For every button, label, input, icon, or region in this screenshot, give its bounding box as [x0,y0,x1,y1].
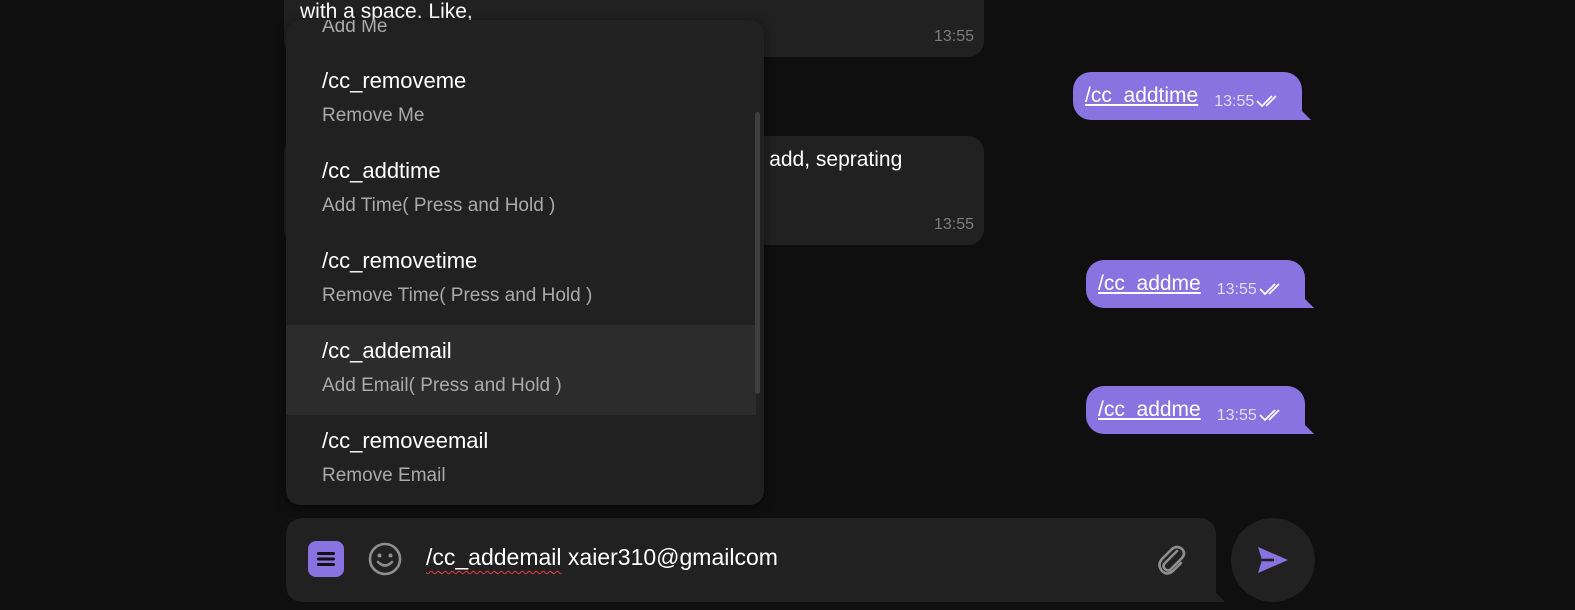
message-composer: /cc_addemail xaier310@gmailcom [286,518,1225,602]
outgoing-message-1: /cc_addtime 13:55 [1073,72,1312,120]
command-suggestion-menu: Add Me /cc_removeme Remove Me /cc_addtim… [286,20,764,505]
menu-item-addtime[interactable]: /cc_addtime Add Time( Press and Hold ) [286,145,756,235]
input-command-text: /cc_addemail [426,544,562,570]
menu-item-description: Remove Email [322,465,446,486]
menu-item-description: Add Me [322,20,388,37]
menu-icon [315,550,337,568]
outgoing-message-3: /cc_addme 13:55 [1086,386,1314,434]
chat-window: with a space. Like, 13:55 na add, seprat… [0,0,1575,610]
menu-item-addme[interactable]: Add Me [286,20,756,52]
double-check-icon [1259,408,1285,422]
command-link[interactable]: /cc_addme [1098,398,1201,422]
double-check-icon [1256,94,1282,108]
emoji-button[interactable] [366,540,404,578]
command-link[interactable]: /cc_addtime [1085,84,1198,108]
menu-item-description: Add Email( Press and Hold ) [322,375,562,396]
menu-item-description: Add Time( Press and Hold ) [322,195,556,216]
send-button[interactable] [1231,518,1315,602]
menu-item-command: /cc_removeemail [322,428,489,453]
menu-item-removeemail[interactable]: /cc_removeemail Remove Email [286,415,756,505]
message-time: 13:55 [933,216,974,233]
menu-item-command: /cc_addemail [322,338,452,363]
menu-item-command: /cc_removeme [322,68,467,93]
command-link[interactable]: /cc_addme [1098,272,1201,296]
menu-item-description: Remove Time( Press and Hold ) [322,285,593,306]
paperclip-icon [1155,543,1187,577]
message-time: 13:55 [1216,407,1257,424]
attach-button[interactable] [1152,540,1190,580]
menu-item-addemail[interactable]: /cc_addemail Add Email( Press and Hold ) [286,325,756,415]
menu-item-description: Remove Me [322,105,425,126]
send-icon [1255,544,1291,576]
incoming-message-text: na add, seprating [740,148,903,171]
menu-item-removetime[interactable]: /cc_removetime Remove Time( Press and Ho… [286,235,756,325]
message-input[interactable]: /cc_addemail xaier310@gmailcom [426,544,778,571]
outgoing-message-2: /cc_addme 13:55 [1086,260,1314,308]
input-argument-text: xaier310@gmailcom [561,544,778,570]
message-time: 13:55 [1216,281,1257,298]
double-check-icon [1259,282,1285,296]
menu-scrollbar[interactable] [755,112,760,394]
menu-item-removeme[interactable]: /cc_removeme Remove Me [286,55,756,145]
bot-menu-button[interactable] [308,541,344,577]
message-time: 13:55 [933,28,974,45]
message-time: 13:55 [1214,93,1255,110]
menu-item-command: /cc_removetime [322,248,478,273]
emoji-icon [367,541,403,577]
menu-item-command: /cc_addtime [322,158,441,183]
